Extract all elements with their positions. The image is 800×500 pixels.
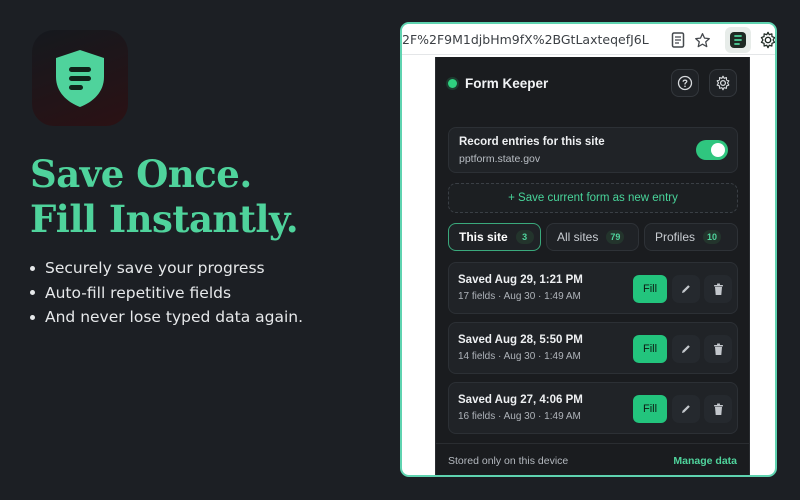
popup-footer: Stored only on this device Manage data [436, 443, 749, 475]
feature-item: And never lose typed data again. [30, 305, 303, 330]
help-button[interactable] [671, 69, 699, 97]
form-keeper-extension-icon [730, 32, 746, 48]
trash-icon [713, 403, 723, 415]
site-domain: pptform.state.gov [459, 153, 541, 165]
tab-this-site[interactable]: This site 3 [448, 223, 541, 251]
bullet-icon [30, 314, 35, 320]
entry-title: Saved Aug 29, 1:21 PM [458, 274, 583, 286]
tab-count-badge: 10 [703, 230, 722, 244]
edit-entry-button[interactable] [672, 395, 700, 423]
storage-note: Stored only on this device [448, 455, 569, 467]
saved-entry: Saved Aug 29, 1:21 PM 17 fields · Aug 30… [448, 262, 738, 314]
pencil-icon [682, 405, 690, 413]
popup-title: Form Keeper [465, 75, 549, 91]
tab-profiles[interactable]: Profiles 10 [644, 223, 738, 251]
record-label: Record entries for this site [459, 136, 605, 148]
tab-label: Profiles [655, 230, 696, 244]
bullet-icon [30, 265, 35, 271]
feature-text: And never lose typed data again. [45, 308, 304, 326]
saved-entry: Saved Aug 27, 4:06 PM 16 fields · Aug 30… [448, 382, 738, 434]
headline-line-1: Save Once. [30, 152, 252, 196]
fill-button[interactable]: Fill [633, 395, 667, 423]
tab-all-sites[interactable]: All sites 79 [546, 223, 639, 251]
headline-line-2: Fill Instantly. [30, 197, 299, 241]
fill-button[interactable]: Fill [633, 275, 667, 303]
delete-entry-button[interactable] [704, 395, 732, 423]
hero-headline: Save Once. Fill Instantly. [30, 152, 299, 242]
popup-header: Form Keeper [448, 67, 737, 99]
settings-gear-icon [716, 75, 730, 91]
app-icon [32, 30, 128, 126]
browser-toolbar: 2F%2F9M1djbHm9fX%2BGtLaxteqefJ6LX... [402, 24, 775, 55]
edit-entry-button[interactable] [672, 275, 700, 303]
fill-button[interactable]: Fill [633, 335, 667, 363]
feature-item: Auto-fill repetitive fields [30, 281, 303, 306]
extension-popup: Form Keeper Record entries for this site… [435, 57, 750, 475]
tab-label: All sites [557, 230, 599, 244]
status-indicator [448, 78, 457, 88]
feature-item: Securely save your progress [30, 256, 303, 281]
tab-count-badge: 3 [515, 230, 534, 244]
entry-meta: 16 fields · Aug 30 · 1:49 AM [458, 411, 581, 422]
feature-text: Securely save your progress [45, 259, 265, 277]
feature-text: Auto-fill repetitive fields [45, 283, 232, 302]
browser-window: 2F%2F9M1djbHm9fX%2BGtLaxteqefJ6LX... For… [400, 22, 777, 477]
bullet-icon [30, 290, 35, 296]
bookmark-star-icon[interactable] [692, 30, 712, 50]
entry-title: Saved Aug 27, 4:06 PM [458, 394, 583, 406]
trash-icon [713, 283, 723, 295]
address-bar[interactable]: 2F%2F9M1djbHm9fX%2BGtLaxteqefJ6LX... [402, 30, 649, 50]
form-keeper-extension-button[interactable] [725, 27, 751, 53]
tab-label: This site [459, 230, 508, 244]
edit-entry-button[interactable] [672, 335, 700, 363]
shield-form-icon [56, 50, 104, 107]
pencil-icon [682, 285, 690, 293]
trash-icon [713, 343, 723, 355]
popup-settings-button[interactable] [709, 69, 737, 97]
saved-entry: Saved Aug 28, 5:50 PM 14 fields · Aug 30… [448, 322, 738, 374]
delete-entry-button[interactable] [704, 335, 732, 363]
entry-meta: 17 fields · Aug 30 · 1:49 AM [458, 291, 581, 302]
save-current-form-button[interactable]: + Save current form as new entry [448, 183, 738, 213]
manage-data-link[interactable]: Manage data [673, 455, 737, 467]
settings-gear-icon[interactable] [758, 30, 775, 50]
entry-title: Saved Aug 28, 5:50 PM [458, 334, 583, 346]
tab-count-badge: 79 [606, 230, 625, 244]
feature-list: Securely save your progress Auto-fill re… [30, 256, 303, 330]
pencil-icon [682, 345, 690, 353]
help-icon [677, 75, 693, 91]
reader-mode-icon[interactable] [668, 30, 688, 50]
delete-entry-button[interactable] [704, 275, 732, 303]
entry-meta: 14 fields · Aug 30 · 1:49 AM [458, 351, 581, 362]
toggle-knob [711, 143, 725, 157]
entry-tabs: This site 3 All sites 79 Profiles 10 [448, 223, 738, 251]
record-toggle[interactable] [696, 140, 728, 160]
record-settings-card: Record entries for this site pptform.sta… [448, 127, 738, 173]
